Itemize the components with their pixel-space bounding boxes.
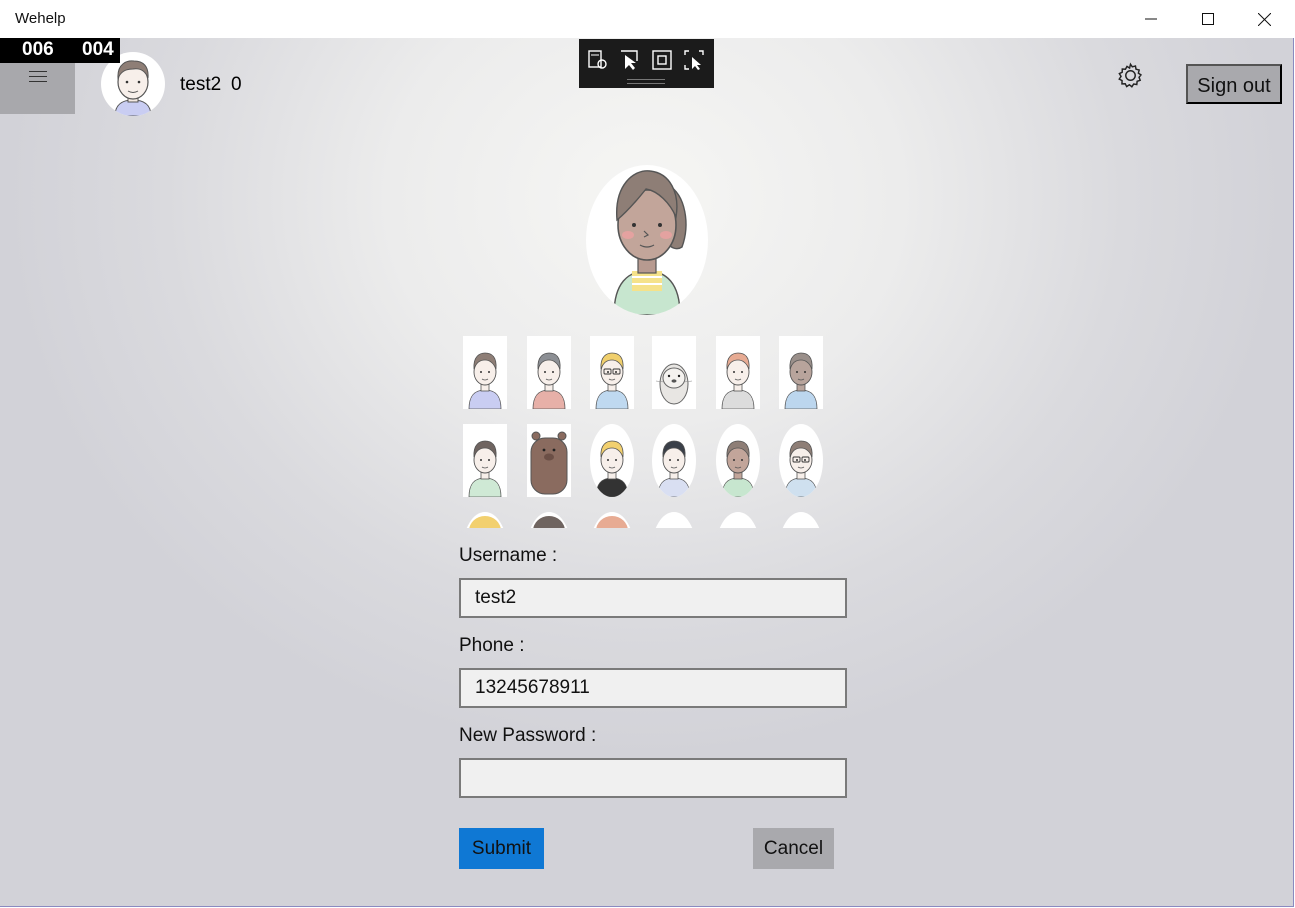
close-icon: [1258, 12, 1271, 26]
avatar-option-woman-glasses[interactable]: [779, 424, 823, 497]
avatar-man-glasses-blond-icon: [595, 352, 629, 409]
avatar-option-partial[interactable]: [590, 512, 634, 528]
header-score: 0: [231, 74, 242, 95]
avatar-option-partial[interactable]: [463, 512, 507, 528]
username-label: Username :: [459, 545, 558, 566]
maximize-button[interactable]: [1179, 0, 1236, 38]
minimize-button[interactable]: [1122, 0, 1179, 38]
frame-counter: 006 004: [0, 38, 120, 63]
debug-toolbar: [579, 39, 714, 88]
selected-avatar: [586, 165, 708, 315]
pointer-icon[interactable]: [619, 49, 641, 71]
phone-input[interactable]: [459, 668, 847, 708]
header-username: test2: [180, 74, 222, 95]
frame-counter-left: 006: [22, 39, 54, 60]
avatar-option-partial[interactable]: [779, 512, 823, 528]
avatar-woman-glasses-icon: [784, 440, 818, 497]
select-element-icon[interactable]: [587, 49, 609, 71]
avatar-partial-hair: [658, 516, 690, 528]
avatar-option-woman-black-hair[interactable]: [652, 424, 696, 497]
avatar-man-red-hair-icon: [721, 352, 755, 409]
new-password-input[interactable]: [459, 758, 847, 798]
avatar-bear-icon: [530, 431, 568, 495]
minimize-icon: [1144, 18, 1157, 20]
avatar-option-bear[interactable]: [527, 424, 571, 497]
avatar-man-dark-hair-icon: [468, 440, 502, 497]
avatar-woman-black-hair-icon: [657, 440, 691, 497]
avatar-grid: [463, 336, 825, 528]
avatar-option-partial[interactable]: [716, 512, 760, 528]
avatar-woman-ponytail-icon: [721, 440, 755, 497]
close-button[interactable]: [1236, 0, 1293, 38]
window-title: Wehelp: [15, 10, 66, 27]
avatar-option-partial[interactable]: [527, 512, 571, 528]
hamburger-icon: [29, 71, 47, 86]
avatar-option-woman-ponytail[interactable]: [716, 424, 760, 497]
frame-counter-right: 004: [82, 39, 114, 60]
avatar-option-otter[interactable]: [652, 336, 696, 409]
avatar-man-gray-hair-icon: [532, 352, 566, 409]
avatar-option-man-red-hair[interactable]: [716, 336, 760, 409]
username-input[interactable]: [459, 578, 847, 618]
new-password-label: New Password :: [459, 725, 597, 746]
avatar-option-man-glasses-blond[interactable]: [590, 336, 634, 409]
phone-label: Phone :: [459, 635, 525, 656]
avatar-option-woman-blonde[interactable]: [590, 424, 634, 497]
layout-bounds-icon[interactable]: [651, 49, 673, 71]
avatar-man-bald-icon: [784, 352, 818, 409]
track-focus-icon[interactable]: [683, 49, 705, 71]
maximize-icon: [1201, 13, 1214, 25]
avatar-partial-hair: [722, 516, 754, 528]
avatar-otter-icon: [655, 363, 693, 405]
avatar-option-partial[interactable]: [652, 512, 696, 528]
avatar-partial-hair: [596, 516, 628, 528]
avatar-woman-ponytail: [613, 170, 687, 315]
avatar-partial-hair: [469, 516, 501, 528]
avatar-option-man-bald[interactable]: [779, 336, 823, 409]
avatar-option-man-dark-hair[interactable]: [463, 424, 507, 497]
avatar-partial-hair: [533, 516, 565, 528]
avatar-option-man-gray-hair[interactable]: [527, 336, 571, 409]
submit-button[interactable]: Submit: [459, 828, 544, 869]
avatar-man-brown-hair-icon: [468, 352, 502, 409]
toolbar-grip[interactable]: [627, 79, 665, 84]
gear-icon[interactable]: [1117, 62, 1144, 89]
title-bar: Wehelp: [0, 0, 1295, 38]
cancel-button[interactable]: Cancel: [753, 828, 834, 869]
avatar-woman-blonde-icon: [595, 440, 629, 497]
sign-out-button[interactable]: Sign out: [1186, 64, 1282, 104]
avatar-option-man-brown-hair[interactable]: [463, 336, 507, 409]
avatar-partial-hair: [785, 516, 817, 528]
